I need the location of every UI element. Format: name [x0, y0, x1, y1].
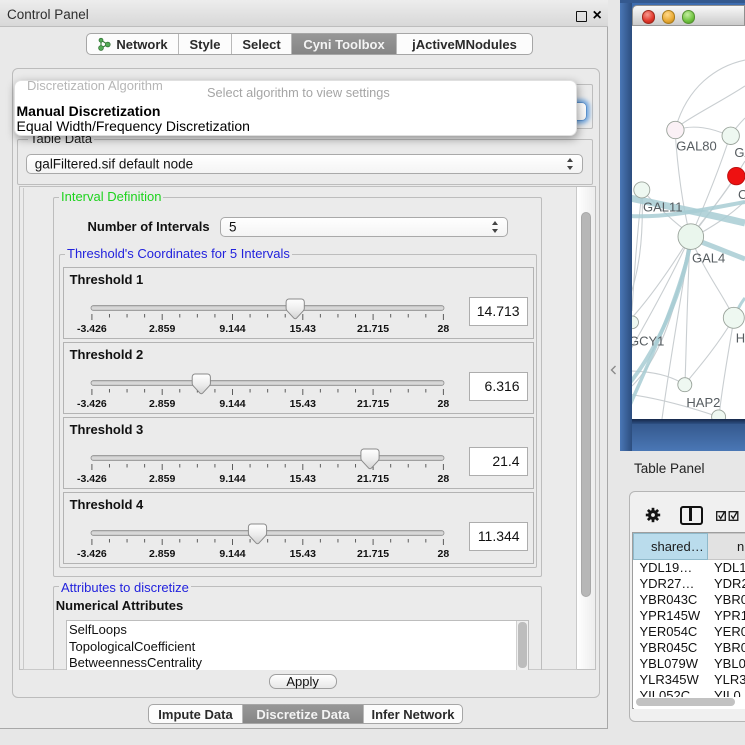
svg-text:-3.426: -3.426 [77, 323, 107, 335]
svg-text:GAL4: GAL4 [692, 251, 725, 266]
svg-text:28: 28 [437, 548, 449, 560]
svg-text:15.43: 15.43 [289, 473, 315, 485]
svg-text:15.43: 15.43 [289, 398, 315, 410]
svg-text:21.715: 21.715 [357, 323, 389, 335]
svg-text:-3.426: -3.426 [77, 473, 107, 485]
svg-text:GAL11: GAL11 [643, 200, 683, 215]
svg-text:GAL80: GAL80 [676, 139, 716, 154]
svg-text:2.859: 2.859 [149, 548, 175, 560]
svg-text:28: 28 [437, 323, 449, 335]
svg-text:21.715: 21.715 [357, 398, 389, 410]
svg-text:C: C [738, 187, 745, 202]
svg-text:GA: GA [734, 145, 745, 160]
svg-text:2.859: 2.859 [149, 398, 175, 410]
svg-text:15.43: 15.43 [289, 548, 315, 560]
svg-text:H: H [736, 331, 745, 346]
svg-text:9.144: 9.144 [219, 398, 245, 410]
svg-text:2.859: 2.859 [149, 323, 175, 335]
svg-text:2.859: 2.859 [149, 473, 175, 485]
svg-text:GCY1: GCY1 [632, 334, 664, 349]
svg-text:21.715: 21.715 [357, 473, 389, 485]
svg-text:21.715: 21.715 [357, 548, 389, 560]
svg-text:28: 28 [437, 398, 449, 410]
svg-text:-3.426: -3.426 [77, 398, 107, 410]
svg-text:9.144: 9.144 [219, 473, 245, 485]
svg-text:9.144: 9.144 [219, 548, 245, 560]
svg-text:HAP2: HAP2 [686, 395, 720, 410]
svg-text:28: 28 [437, 473, 449, 485]
svg-text:-3.426: -3.426 [77, 548, 107, 560]
svg-text:15.43: 15.43 [289, 323, 315, 335]
svg-text:9.144: 9.144 [219, 323, 245, 335]
